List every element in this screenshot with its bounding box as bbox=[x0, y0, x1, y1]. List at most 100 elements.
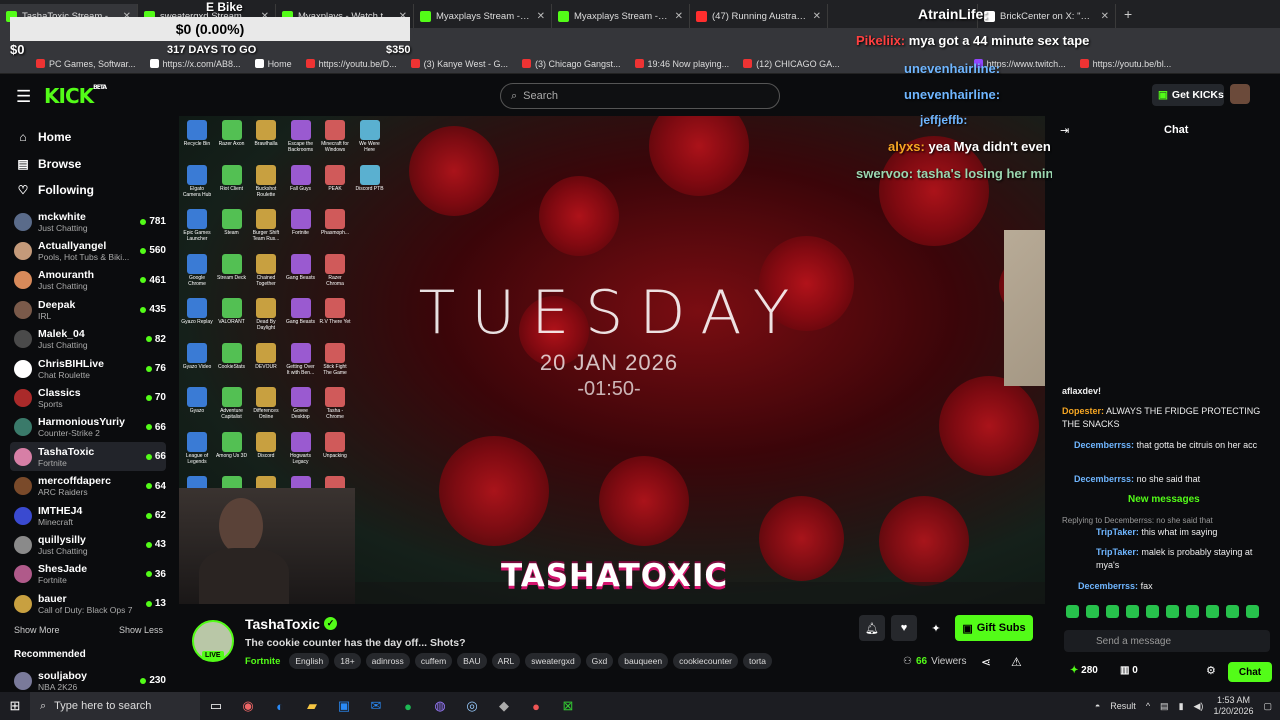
bookmark[interactable]: Home bbox=[254, 59, 292, 69]
stream-tag[interactable]: sweatergxd bbox=[525, 653, 581, 669]
sidebar-channel[interactable]: Actuallyangel Pools, Hot Tubs & Biki... 56… bbox=[10, 236, 166, 265]
bookmark[interactable]: PC Games, Softwar... bbox=[36, 59, 136, 69]
new-tab-icon[interactable]: + bbox=[1124, 6, 1132, 22]
store-icon[interactable]: ▣ bbox=[328, 698, 360, 714]
taskbar-clock[interactable]: 1:53 AM 1/20/2026 bbox=[1213, 695, 1253, 717]
bookmark[interactable]: (3) Kanye West - G... bbox=[410, 59, 508, 69]
new-messages-divider[interactable]: New messages bbox=[1128, 494, 1200, 505]
stream-tag[interactable]: bauqueen bbox=[618, 653, 669, 669]
emote-icon[interactable] bbox=[1186, 605, 1199, 618]
mail-icon[interactable]: ✉ bbox=[360, 698, 392, 714]
copilot-icon[interactable]: ◉ bbox=[232, 698, 264, 714]
chevron-up-icon[interactable]: ^ bbox=[1146, 701, 1150, 711]
taskbar-search-input[interactable]: ⌕ Type here to search bbox=[30, 692, 200, 720]
category-link[interactable]: Fortnite bbox=[245, 656, 280, 667]
emote-icon[interactable] bbox=[1126, 605, 1139, 618]
sidebar-channel[interactable]: ShesJade Fortnite 36 bbox=[10, 560, 166, 589]
video-player[interactable]: Recycle Bin Razer Axon Brawlhalla Escape th… bbox=[179, 116, 1045, 604]
notification-bell-button[interactable]: 🔔︎ bbox=[859, 615, 885, 641]
stream-tag[interactable]: adinross bbox=[365, 653, 410, 669]
bookmark[interactable]: (3) Chicago Gangst... bbox=[521, 59, 621, 69]
emote-icon[interactable] bbox=[1246, 605, 1259, 618]
task-view-icon[interactable]: ▭ bbox=[200, 698, 232, 714]
steam-icon[interactable]: ◎ bbox=[456, 698, 488, 714]
app-icon[interactable]: ◆ bbox=[488, 698, 520, 714]
show-more-button[interactable]: Show More bbox=[14, 625, 60, 635]
emote-icon[interactable] bbox=[1206, 605, 1219, 618]
sidebar-channel[interactable]: ChrisBIHLive Chat Roulette 76 bbox=[10, 354, 166, 383]
network-icon[interactable]: ▤ bbox=[1160, 701, 1169, 712]
emote-icon[interactable] bbox=[1146, 605, 1159, 618]
stream-tag[interactable]: ARL bbox=[491, 653, 521, 669]
emote-icon[interactable] bbox=[1226, 605, 1239, 618]
file-explorer-icon[interactable]: ▰ bbox=[296, 698, 328, 714]
clip-button[interactable]: ✦ bbox=[923, 615, 949, 641]
search-input[interactable]: ⌕ Search bbox=[500, 83, 780, 109]
spotify-icon[interactable]: ● bbox=[392, 699, 424, 714]
stream-tag[interactable]: Gxd bbox=[585, 653, 614, 669]
sidebar-channel[interactable]: Amouranth Just Chatting 461 bbox=[10, 266, 166, 295]
get-kicks-button[interactable]: ▣ Get KICKs bbox=[1152, 84, 1224, 106]
sidebar-channel[interactable]: Classics Sports 70 bbox=[10, 383, 166, 412]
stream-tag[interactable]: cuffem bbox=[414, 653, 453, 669]
sidebar-channel[interactable]: Deepak IRL 435 bbox=[10, 295, 166, 324]
emote-icon[interactable] bbox=[1086, 605, 1099, 618]
chat-input[interactable]: Send a message bbox=[1064, 630, 1270, 652]
volume-icon[interactable]: ◀) bbox=[1194, 701, 1204, 712]
send-chat-button[interactable]: Chat bbox=[1228, 662, 1272, 682]
discord-icon[interactable]: ◍ bbox=[424, 698, 456, 714]
sidebar-channel[interactable]: IMTHEJ4 Minecraft 62 bbox=[10, 501, 166, 530]
follow-button[interactable]: ♥ bbox=[891, 615, 917, 641]
settings-icon[interactable]: ⚙ bbox=[1206, 664, 1216, 677]
edge-icon[interactable]: ◐ bbox=[264, 699, 296, 714]
obs-icon[interactable]: ● bbox=[520, 699, 552, 714]
nav-browse[interactable]: ▤ Browse bbox=[16, 157, 81, 171]
sidebar-channel[interactable]: bauer Call of Duty: Black Ops 7 13 bbox=[10, 589, 166, 618]
stream-tag[interactable]: BAU bbox=[457, 653, 487, 669]
sidebar-channel[interactable]: mercoffdaperc ARC Raiders 64 bbox=[10, 472, 166, 501]
user-avatar[interactable] bbox=[1230, 84, 1250, 104]
stream-tag[interactable]: English bbox=[289, 653, 330, 669]
close-tab-icon[interactable]: ✕ bbox=[813, 11, 821, 22]
share-icon[interactable]: ⋖ bbox=[981, 655, 991, 669]
bookmark[interactable]: 19:46 Now playing... bbox=[634, 59, 729, 69]
bookmark[interactable]: https://youtu.be/D... bbox=[305, 59, 397, 69]
sidebar-channel[interactable]: mckwhite Just Chatting 781 bbox=[10, 207, 166, 236]
emote-icon[interactable] bbox=[1106, 605, 1119, 618]
streamer-name[interactable]: TashaToxic bbox=[245, 616, 320, 632]
gift-subs-button[interactable]: ▣ Gift Subs bbox=[955, 615, 1033, 641]
close-tab-icon[interactable]: ✕ bbox=[675, 11, 683, 22]
windows-start-icon[interactable]: ⊞ bbox=[0, 698, 30, 714]
xbox-icon[interactable]: ⊠ bbox=[552, 698, 584, 714]
close-tab-icon[interactable]: ✕ bbox=[1101, 11, 1109, 22]
stream-tag[interactable]: cookiecounter bbox=[673, 653, 739, 669]
stream-tag[interactable]: 18+ bbox=[334, 653, 361, 669]
mic-icon[interactable]: ▮ bbox=[1179, 701, 1184, 712]
browser-tab[interactable]: Myaxplays Stream - Watch L✕ bbox=[552, 4, 690, 28]
menu-icon[interactable]: ☰ bbox=[16, 87, 31, 107]
browser-tab[interactable]: Myaxplays Stream - Watch L✕ bbox=[414, 4, 552, 28]
sidebar-channel[interactable]: Malek_04 Just Chatting 82 bbox=[10, 325, 166, 354]
recommended-channel[interactable]: souljaboy NBA 2K26 230 bbox=[10, 666, 166, 692]
collapse-chat-icon[interactable]: ⇥ bbox=[1060, 124, 1069, 137]
sidebar-channel[interactable]: quillysilly Just Chatting 43 bbox=[10, 530, 166, 559]
channel-points[interactable]: ✦ 280 bbox=[1070, 665, 1098, 676]
nav-following[interactable]: ♡ Following bbox=[16, 183, 94, 197]
emote-icon[interactable] bbox=[1166, 605, 1179, 618]
report-icon[interactable]: ⚠ bbox=[1011, 655, 1022, 669]
browser-tab[interactable]: BrickCenter on X: "Abell ✕ bbox=[978, 4, 1116, 28]
nav-home[interactable]: ⌂ Home bbox=[16, 130, 71, 144]
result-icon[interactable]: ◓ bbox=[1095, 701, 1100, 711]
bookmark[interactable]: https://x.com/AB8... bbox=[149, 59, 241, 69]
kick-logo[interactable]: KICKBETA bbox=[44, 84, 107, 108]
bookmark[interactable]: (12) CHICAGO GA... bbox=[743, 59, 840, 69]
notification-icon[interactable]: ▢ bbox=[1263, 701, 1272, 712]
browser-tab[interactable]: (47) Running Australian she✕ bbox=[690, 4, 828, 28]
close-tab-icon[interactable]: ✕ bbox=[537, 11, 545, 22]
rewards-count[interactable]: ▥ 0 bbox=[1120, 665, 1138, 676]
show-less-button[interactable]: Show Less bbox=[119, 625, 163, 635]
stream-tag[interactable]: torta bbox=[743, 653, 773, 669]
sidebar-channel[interactable]: TashaToxic Fortnite 66 bbox=[10, 442, 166, 472]
sidebar-channel[interactable]: HarmoniousYuriy Counter-Strike 2 66 bbox=[10, 413, 166, 442]
bookmark[interactable]: https://youtu.be/bl... bbox=[1079, 59, 1171, 69]
